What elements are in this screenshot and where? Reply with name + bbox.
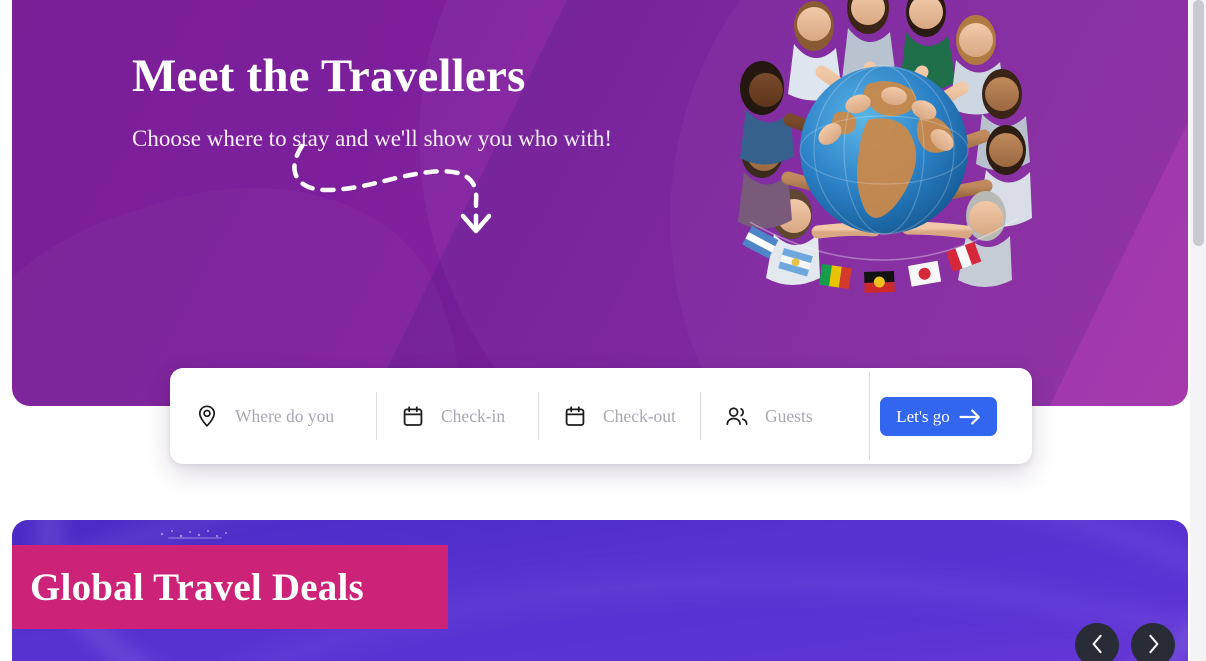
search-input-guests[interactable]: Guests: [765, 406, 813, 427]
scrollbar-thumb[interactable]: [1193, 0, 1204, 246]
page-root: Meet the Travellers Choose where to stay…: [0, 0, 1206, 661]
deals-banner: Global Travel Deals: [12, 545, 448, 629]
search-field-checkout[interactable]: Check-out: [538, 388, 700, 444]
users-icon: [726, 405, 748, 427]
travellers-globe-photo: [738, 0, 1032, 293]
page-scrollbar[interactable]: [1190, 0, 1206, 661]
hero-decor-shape-d: [12, 129, 506, 406]
arrow-right-icon: [959, 409, 981, 425]
search-input-where[interactable]: Where do you: [235, 406, 334, 427]
lets-go-label: Let's go: [896, 406, 950, 426]
hero-subtitle: Choose where to stay and we'll show you …: [132, 125, 613, 151]
carousel-next-button[interactable]: [1131, 623, 1175, 661]
curved-dashed-arrow-icon: [292, 143, 492, 234]
search-field-guests[interactable]: Guests: [700, 388, 882, 444]
location-pin-icon: [196, 405, 218, 427]
deals-title: Global Travel Deals: [30, 565, 364, 609]
calendar-icon: [564, 405, 586, 427]
page-title: Meet the Travellers: [132, 50, 526, 102]
lets-go-button[interactable]: Let's go: [880, 397, 997, 436]
search-input-checkin[interactable]: Check-in: [441, 406, 505, 427]
search-divider: [869, 372, 870, 460]
carousel-prev-button[interactable]: [1075, 623, 1119, 661]
hero-copy: Meet the Travellers Choose where to stay…: [132, 50, 613, 152]
carousel-nav: [1075, 623, 1175, 661]
search-field-where[interactable]: Where do you: [170, 388, 376, 444]
hero-section: Meet the Travellers Choose where to stay…: [12, 0, 1188, 406]
search-field-checkin[interactable]: Check-in: [376, 388, 538, 444]
chevron-right-icon: [1147, 634, 1160, 657]
search-input-checkout[interactable]: Check-out: [603, 406, 676, 427]
calendar-icon: [402, 405, 424, 427]
search-bar: Where do you Check-in Check-out Guests L…: [170, 368, 1032, 464]
hero-decor-shape-c: [593, 0, 1188, 406]
chevron-left-icon: [1091, 634, 1104, 657]
